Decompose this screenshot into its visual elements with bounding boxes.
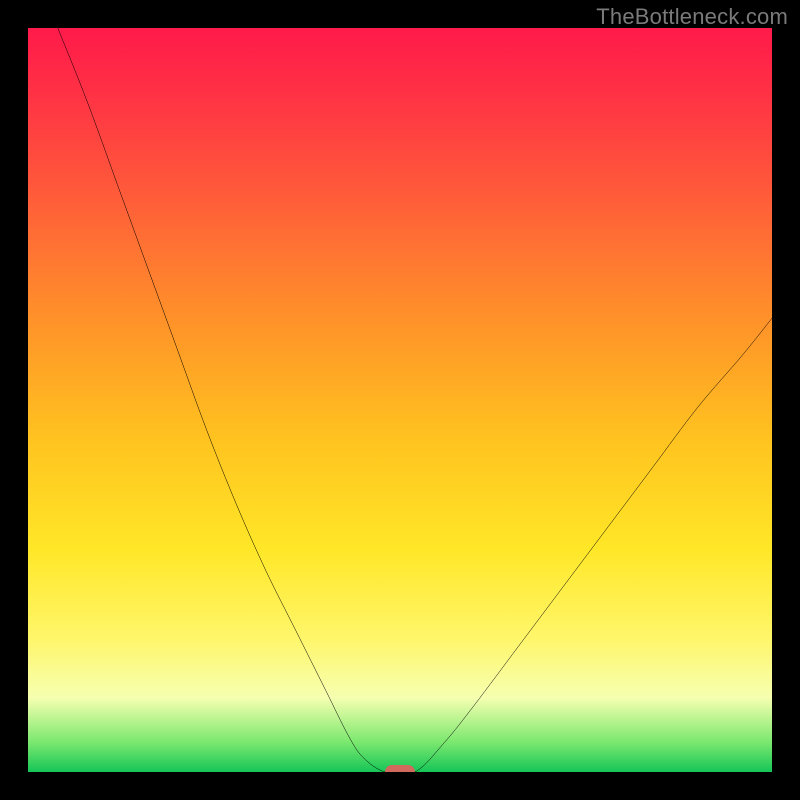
chart-frame: TheBottleneck.com xyxy=(0,0,800,800)
optimal-marker xyxy=(385,765,415,772)
bottleneck-curve xyxy=(28,28,772,772)
plot-area xyxy=(28,28,772,772)
watermark-text: TheBottleneck.com xyxy=(596,4,788,30)
